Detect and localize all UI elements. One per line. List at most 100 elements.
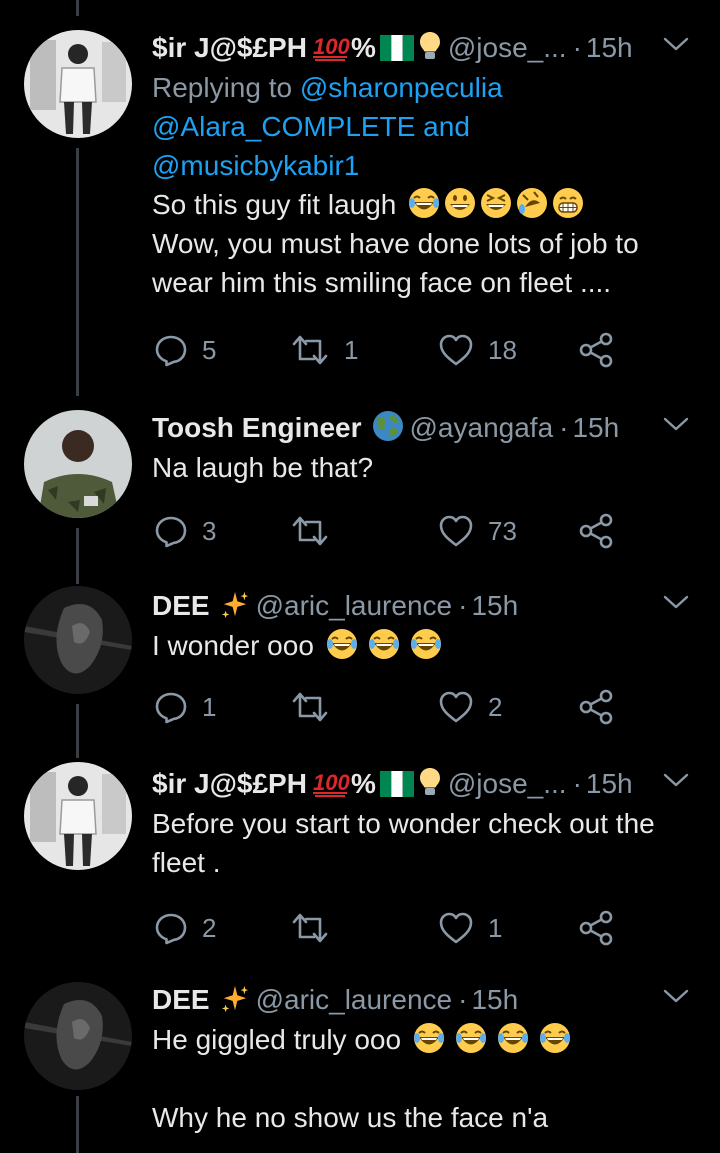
rofl-emoji-icon	[516, 187, 548, 219]
action-bar: 3 73	[152, 511, 696, 551]
lightbulb-icon	[418, 766, 442, 798]
tweet-header: $ir J@$£PH% @jose_... · 15h	[152, 764, 696, 804]
separator-dot: ·	[572, 768, 582, 799]
avatar[interactable]	[24, 30, 132, 138]
handle[interactable]: @ayangafa	[410, 412, 554, 443]
reply-button[interactable]: 5	[154, 330, 216, 370]
squinting-emoji-icon	[480, 187, 512, 219]
reply-icon	[154, 514, 188, 548]
mention-conjunction: and	[423, 111, 470, 142]
action-bar: 1 2	[152, 687, 696, 727]
caret-down-icon[interactable]	[662, 770, 690, 790]
retweet-button[interactable]: 1	[290, 330, 358, 370]
reply-button[interactable]: 1	[154, 687, 216, 727]
tweet-text-line: Before you start to wonder check out the	[152, 808, 655, 839]
action-bar: 5 1 18	[152, 330, 696, 370]
caret-down-icon[interactable]	[662, 414, 690, 434]
tweet-text-line: wear him this smiling face on fleet ....	[152, 267, 612, 298]
handle[interactable]: @aric_laurence	[256, 590, 453, 621]
tweet-text: He giggled truly ooo Why he no show us t…	[152, 1020, 696, 1137]
tweet-text-line: So this guy fit laugh	[152, 189, 397, 220]
retweet-icon	[290, 514, 330, 548]
share-icon	[578, 689, 614, 725]
replying-to-label: Replying to	[152, 72, 293, 103]
share-button[interactable]	[578, 330, 614, 370]
reply-count: 5	[202, 334, 217, 365]
sparkles-icon	[220, 590, 250, 620]
like-button[interactable]: 73	[438, 511, 517, 551]
like-button[interactable]: 2	[438, 687, 502, 727]
retweet-button[interactable]	[290, 687, 330, 727]
reply-button[interactable]: 3	[154, 511, 216, 551]
like-icon	[438, 911, 474, 945]
handle[interactable]: @jose_...	[448, 32, 567, 63]
reply-icon	[154, 333, 188, 367]
share-button[interactable]	[578, 687, 614, 727]
like-button[interactable]: 1	[438, 908, 502, 948]
display-name-suffix: %	[350, 768, 376, 799]
mention-link[interactable]: @musicbykabir1	[152, 150, 359, 181]
tweet-header: $ir J@$£PH% @jose_... · 15h	[152, 28, 696, 68]
tweet[interactable]: DEE @aric_laurence · 15h He giggled truly o…	[0, 968, 720, 1153]
timestamp[interactable]: 15h	[471, 984, 518, 1015]
beaming-emoji-icon	[552, 187, 584, 219]
separator-dot: ·	[572, 32, 582, 63]
reply-button[interactable]: 2	[154, 908, 216, 948]
hundred-emoji-icon	[311, 32, 351, 62]
tweet[interactable]: $ir J@$£PH% @jose_... · 15h Replying to @sh…	[0, 0, 720, 400]
like-button[interactable]: 18	[438, 330, 517, 370]
display-name[interactable]: DEE	[152, 590, 210, 621]
like-icon	[438, 514, 474, 548]
caret-down-icon[interactable]	[662, 592, 690, 612]
like-count: 18	[488, 334, 517, 365]
retweet-icon	[290, 911, 330, 945]
laughing-emoji-icon	[408, 187, 440, 219]
share-icon	[578, 332, 614, 368]
tweet-header: Toosh Engineer @ayangafa · 15h	[152, 408, 696, 448]
separator-dot: ·	[559, 412, 569, 443]
like-icon	[438, 690, 474, 724]
action-bar: 2 1	[152, 908, 696, 948]
display-name[interactable]: $ir J@$£PH	[152, 768, 307, 799]
tweet-text-line: He giggled truly ooo	[152, 1024, 402, 1055]
mention-link[interactable]: @sharonpeculia	[300, 72, 503, 103]
caret-down-icon[interactable]	[662, 986, 690, 1006]
avatar[interactable]	[24, 410, 132, 518]
reply-count: 2	[202, 912, 217, 943]
tweet-text: Before you start to wonder check out the…	[152, 804, 696, 882]
avatar[interactable]	[24, 982, 132, 1090]
timestamp[interactable]: 15h	[471, 590, 518, 621]
caret-down-icon[interactable]	[662, 34, 690, 54]
like-count: 2	[488, 691, 503, 722]
handle[interactable]: @aric_laurence	[256, 984, 453, 1015]
retweet-button[interactable]	[290, 511, 330, 551]
retweet-icon	[290, 690, 330, 724]
sparkles-icon	[220, 984, 250, 1014]
timestamp[interactable]: 15h	[586, 768, 633, 799]
separator-dot: ·	[458, 984, 468, 1015]
timestamp[interactable]: 15h	[572, 412, 619, 443]
nigeria-flag-icon	[380, 771, 414, 797]
tweet[interactable]: DEE @aric_laurence · 15h I wonder ooo 1 2	[0, 576, 720, 752]
laughing-emoji-icon	[539, 1022, 571, 1054]
tweet-text: So this guy fit laugh Wow, you must have…	[152, 185, 696, 302]
globe-icon	[372, 410, 404, 442]
share-button[interactable]	[578, 511, 614, 551]
share-icon	[578, 910, 614, 946]
like-count: 1	[488, 912, 503, 943]
share-button[interactable]	[578, 908, 614, 948]
retweet-button[interactable]	[290, 908, 330, 948]
like-count: 73	[488, 515, 517, 546]
tweet[interactable]: Toosh Engineer @ayangafa · 15h Na laugh be …	[0, 400, 720, 576]
laughing-emoji-icon	[326, 628, 358, 660]
mention-link[interactable]: @Alara_COMPLETE	[152, 111, 415, 142]
avatar[interactable]	[24, 762, 132, 870]
display-name[interactable]: $ir J@$£PH	[152, 32, 307, 63]
display-name[interactable]: DEE	[152, 984, 210, 1015]
handle[interactable]: @jose_...	[448, 768, 567, 799]
timestamp[interactable]: 15h	[586, 32, 633, 63]
tweet-text: I wonder ooo	[152, 626, 696, 665]
display-name[interactable]: Toosh Engineer	[152, 412, 362, 443]
avatar[interactable]	[24, 586, 132, 694]
tweet[interactable]: $ir J@$£PH% @jose_... · 15h Before you star…	[0, 752, 720, 968]
